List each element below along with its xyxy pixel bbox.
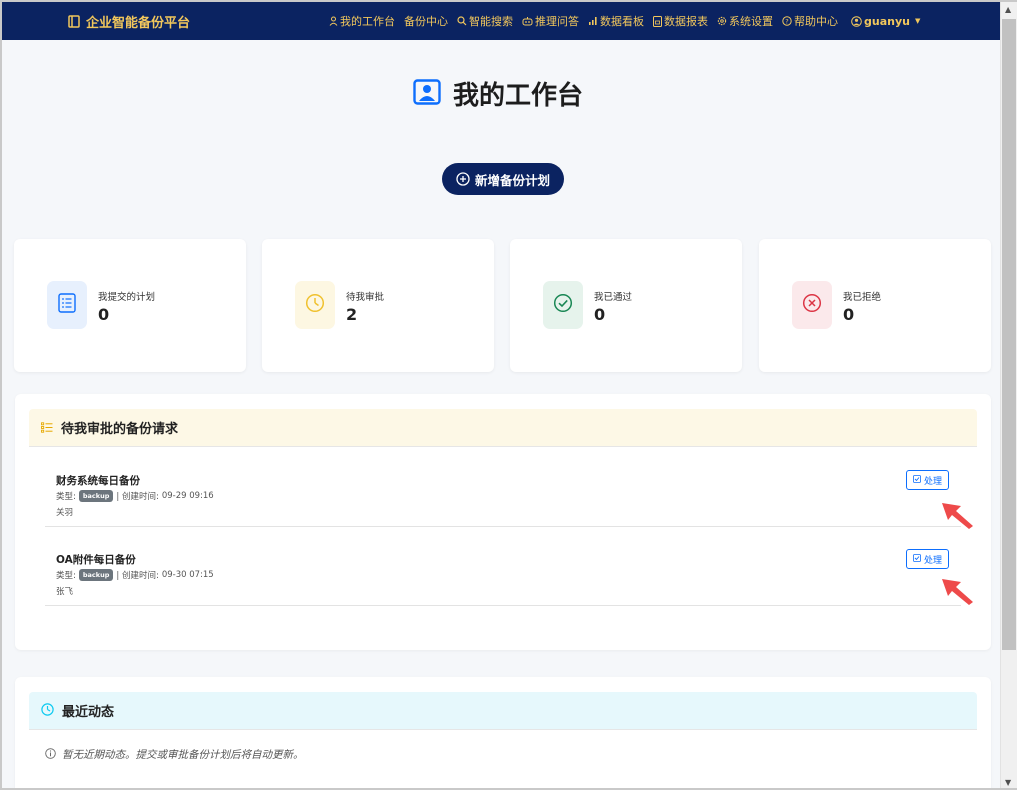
annotation-arrow-icon — [940, 499, 976, 535]
edit-check-icon — [913, 553, 921, 565]
browser-frame: 企业智能备份平台 我的工作台 备份中心 智能搜索 推理问答 数据看板 数据报表 … — [0, 0, 1017, 790]
recent-activity-panel: 最近动态 暂无近期动态。提交或审批备份计划后将自动更新。 — [15, 677, 991, 788]
created-time: 09-29 09:16 — [161, 491, 214, 501]
chevron-down-icon: ▼ — [914, 17, 921, 25]
nav-item-label: 帮助中心 — [794, 15, 838, 28]
svg-text:?: ? — [785, 18, 788, 26]
pending-panel-header: 待我审批的备份请求 — [29, 409, 977, 447]
brand[interactable]: 企业智能备份平台 — [68, 12, 190, 31]
stat-value: 0 — [843, 305, 855, 324]
type-label: 类型: — [56, 571, 76, 581]
created-label: | 创建时间: — [116, 492, 159, 502]
nav-item-backup-center[interactable]: 备份中心 — [404, 13, 448, 29]
report-icon — [653, 15, 662, 27]
nav-item-label: 我的工作台 — [340, 15, 395, 28]
annotation-arrow-icon — [940, 575, 976, 611]
list-icon — [58, 293, 76, 317]
question-icon: ? — [782, 16, 792, 26]
nav-item-reports[interactable]: 数据报表 — [653, 13, 708, 29]
pending-panel-title: 待我审批的备份请求 — [61, 422, 179, 437]
request-user: 张飞 — [56, 587, 74, 597]
activity-empty-text: 暂无近期动态。提交或审批备份计划后将自动更新。 — [62, 749, 304, 761]
request-item: 财务系统每日备份 类型: backup | 创建时间: 09-29 09:16 … — [45, 449, 961, 527]
created-label: | 创建时间: — [116, 571, 159, 581]
user-menu-dropdown[interactable]: guanyu ▼ — [851, 15, 920, 28]
info-circle-icon — [45, 747, 56, 762]
search-icon — [457, 16, 467, 26]
activity-panel-title: 最近动态 — [62, 705, 115, 720]
edit-check-icon — [913, 474, 921, 486]
type-badge: backup — [78, 569, 114, 581]
request-meta: 类型: backup | 创建时间: 09-30 07:15 — [56, 569, 214, 581]
brand-title: 企业智能备份平台 — [86, 16, 191, 31]
vertical-scrollbar[interactable]: ▲ ▼ — [1000, 2, 1017, 788]
stat-value: 0 — [594, 305, 606, 324]
stat-label: 我已通过 — [594, 292, 633, 303]
stat-card-rejected[interactable]: 我已拒绝 0 — [759, 239, 991, 372]
bar-chart-icon — [588, 16, 598, 26]
stat-card-pending-approval[interactable]: 待我审批 2 — [262, 239, 494, 372]
nav-menu: 我的工作台 备份中心 智能搜索 推理问答 数据看板 数据报表 系统设置 ? 帮助… — [329, 2, 920, 40]
page-title: 我的工作台 — [453, 81, 584, 111]
user-name: guanyu — [864, 14, 910, 28]
stat-label: 我已拒绝 — [843, 292, 882, 303]
nav-item-dashboard[interactable]: 数据看板 — [588, 13, 644, 29]
check-circle-icon — [553, 293, 573, 317]
stat-icon-box — [543, 281, 583, 329]
add-backup-plan-button[interactable]: 新增备份计划 — [442, 163, 564, 195]
type-badge: backup — [78, 490, 114, 502]
stat-value: 2 — [346, 305, 358, 324]
clock-history-icon — [41, 701, 54, 720]
pending-approvals-panel: 待我审批的备份请求 财务系统每日备份 类型: backup | 创建时间: 09… — [15, 394, 991, 650]
activity-panel-header: 最近动态 — [29, 692, 977, 730]
request-title: 财务系统每日备份 — [56, 475, 140, 487]
request-item: OA附件每日备份 类型: backup | 创建时间: 09-30 07:15 … — [45, 528, 961, 606]
stat-icon-box — [792, 281, 832, 329]
nav-item-label: 系统设置 — [729, 15, 773, 28]
type-label: 类型: — [56, 492, 76, 502]
stat-label: 我提交的计划 — [98, 292, 156, 303]
created-time: 09-30 07:15 — [161, 570, 214, 580]
scrollbar-thumb[interactable] — [1002, 19, 1016, 650]
request-user: 关羽 — [56, 508, 74, 518]
add-backup-plan-label: 新增备份计划 — [474, 172, 550, 188]
activity-empty-note: 暂无近期动态。提交或审批备份计划后将自动更新。 — [45, 747, 304, 762]
scroll-up-arrow-icon[interactable]: ▲ — [1005, 5, 1011, 14]
robot-icon — [522, 16, 533, 26]
top-navbar: 企业智能备份平台 我的工作台 备份中心 智能搜索 推理问答 数据看板 数据报表 … — [2, 2, 1000, 40]
request-meta: 类型: backup | 创建时间: 09-29 09:16 — [56, 490, 214, 502]
gear-icon — [717, 16, 727, 26]
nav-item-label: 推理问答 — [535, 15, 579, 28]
stat-value: 0 — [98, 305, 110, 324]
process-button-label: 处理 — [923, 476, 942, 487]
scroll-down-arrow-icon[interactable]: ▼ — [1005, 778, 1011, 787]
x-circle-icon — [802, 293, 822, 317]
process-button-label: 处理 — [923, 555, 942, 566]
nav-item-reasoning-qa[interactable]: 推理问答 — [522, 13, 579, 29]
book-icon — [68, 15, 80, 28]
page-header: 我的工作台 — [413, 75, 583, 112]
nav-item-settings[interactable]: 系统设置 — [717, 13, 773, 29]
nav-item-smart-search[interactable]: 智能搜索 — [457, 13, 513, 29]
stat-icon-box — [295, 281, 335, 329]
nav-item-label: 数据看板 — [600, 15, 644, 28]
nav-item-help[interactable]: ? 帮助中心 — [782, 13, 838, 29]
stat-label: 待我审批 — [346, 292, 385, 303]
request-title: OA附件每日备份 — [56, 554, 136, 566]
plus-circle-icon — [456, 172, 470, 186]
nav-item-label: 备份中心 — [404, 15, 448, 28]
person-badge-icon — [413, 78, 441, 109]
stat-card-submitted[interactable]: 我提交的计划 0 — [14, 239, 246, 372]
nav-item-workbench[interactable]: 我的工作台 — [329, 13, 395, 29]
user-circle-icon — [851, 15, 862, 27]
list-task-icon — [41, 418, 53, 437]
nav-item-label: 智能搜索 — [469, 15, 513, 28]
stat-card-approved[interactable]: 我已通过 0 — [510, 239, 742, 372]
nav-item-label: 数据报表 — [664, 15, 708, 28]
process-button[interactable]: 处理 — [906, 470, 949, 490]
process-button[interactable]: 处理 — [906, 549, 949, 569]
person-icon — [329, 16, 338, 26]
clock-icon — [305, 293, 325, 317]
stat-icon-box — [47, 281, 87, 329]
